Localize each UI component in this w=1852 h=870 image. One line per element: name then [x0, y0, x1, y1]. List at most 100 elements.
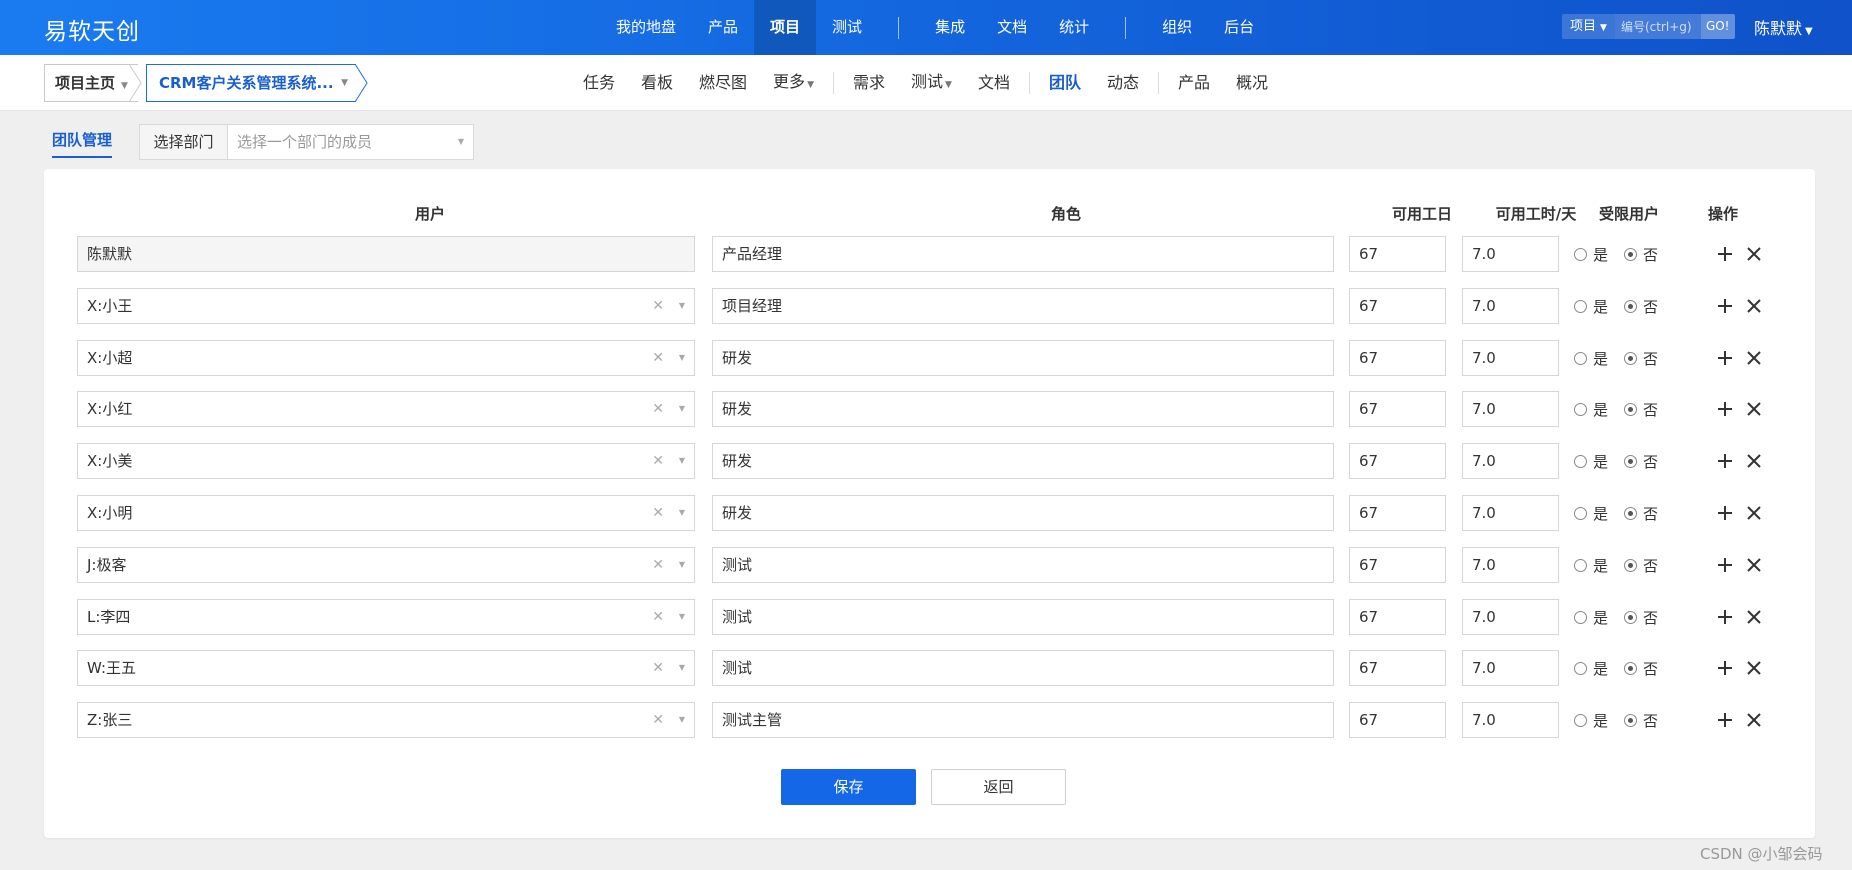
user-select[interactable]: X:小超 ✕ ▼ [77, 340, 695, 376]
search-type-select[interactable]: 项目 ▼ [1562, 14, 1615, 39]
user-select[interactable]: Z:张三 ✕ ▼ [77, 702, 695, 738]
hours-input[interactable]: 7.0 [1462, 495, 1559, 531]
project-nav-dynamic[interactable]: 动态 [1094, 55, 1152, 111]
project-nav-team[interactable]: 团队 [1036, 55, 1094, 111]
top-nav-my[interactable]: 我的地盘 [600, 0, 692, 55]
limited-yes-radio[interactable] [1574, 247, 1587, 261]
clear-icon[interactable]: ✕ [652, 341, 664, 375]
save-button[interactable]: 保存 [781, 769, 916, 805]
hours-input[interactable]: 7.0 [1462, 599, 1559, 635]
role-input[interactable]: 测试 [712, 547, 1334, 583]
plus-icon[interactable] [1716, 297, 1734, 315]
project-nav-overview[interactable]: 概况 [1223, 55, 1281, 111]
user-select[interactable]: L:李四 ✕ ▼ [77, 599, 695, 635]
days-input[interactable]: 67 [1349, 547, 1446, 583]
top-nav-product[interactable]: 产品 [692, 0, 754, 55]
clear-icon[interactable]: ✕ [652, 496, 664, 530]
close-icon[interactable] [1745, 556, 1763, 574]
limited-yes-radio[interactable] [1574, 558, 1587, 572]
close-icon[interactable] [1745, 245, 1763, 263]
hours-input[interactable]: 7.0 [1462, 547, 1559, 583]
close-icon[interactable] [1745, 504, 1763, 522]
limited-no-radio[interactable] [1624, 351, 1638, 365]
role-input[interactable]: 测试 [712, 599, 1334, 635]
limited-no-radio[interactable] [1624, 299, 1638, 313]
dept-select[interactable]: 选择一个部门的成员 ▼ [227, 124, 474, 160]
limited-no-radio[interactable] [1624, 713, 1638, 727]
limited-yes-radio[interactable] [1574, 351, 1587, 365]
role-input[interactable]: 研发 [712, 443, 1334, 479]
project-nav-burndown[interactable]: 燃尽图 [686, 55, 760, 111]
clear-icon[interactable]: ✕ [652, 651, 664, 685]
top-nav-integration[interactable]: 集成 [919, 0, 981, 55]
limited-yes-radio[interactable] [1574, 713, 1587, 727]
user-select[interactable]: X:小明 ✕ ▼ [77, 495, 695, 531]
project-nav-doc[interactable]: 文档 [965, 55, 1023, 111]
hours-input[interactable]: 7.0 [1462, 236, 1559, 272]
breadcrumb-project[interactable]: CRM客户关系管理系统... ▼ [146, 64, 356, 102]
limited-no-radio[interactable] [1624, 247, 1638, 261]
days-input[interactable]: 67 [1349, 443, 1446, 479]
plus-icon[interactable] [1716, 400, 1734, 418]
user-select[interactable]: X:小王 ✕ ▼ [77, 288, 695, 324]
project-nav-product[interactable]: 产品 [1165, 55, 1223, 111]
limited-yes-radio[interactable] [1574, 454, 1587, 468]
limited-yes-radio[interactable] [1574, 661, 1587, 675]
plus-icon[interactable] [1716, 245, 1734, 263]
role-input[interactable]: 研发 [712, 495, 1334, 531]
limited-no-radio[interactable] [1624, 661, 1638, 675]
project-nav-more[interactable]: 更多 ▼ [760, 54, 827, 113]
days-input[interactable]: 67 [1349, 702, 1446, 738]
clear-icon[interactable]: ✕ [652, 289, 664, 323]
plus-icon[interactable] [1716, 711, 1734, 729]
hours-input[interactable]: 7.0 [1462, 702, 1559, 738]
clear-icon[interactable]: ✕ [652, 548, 664, 582]
plus-icon[interactable] [1716, 556, 1734, 574]
user-select[interactable]: W:王五 ✕ ▼ [77, 650, 695, 686]
role-input[interactable]: 研发 [712, 391, 1334, 427]
limited-no-radio[interactable] [1624, 610, 1638, 624]
plus-icon[interactable] [1716, 349, 1734, 367]
days-input[interactable]: 67 [1349, 288, 1446, 324]
role-input[interactable]: 项目经理 [712, 288, 1334, 324]
project-nav-story[interactable]: 需求 [840, 55, 898, 111]
user-select[interactable]: X:小美 ✕ ▼ [77, 443, 695, 479]
clear-icon[interactable]: ✕ [652, 703, 664, 737]
plus-icon[interactable] [1716, 504, 1734, 522]
project-nav-task[interactable]: 任务 [570, 55, 628, 111]
close-icon[interactable] [1745, 608, 1763, 626]
role-input[interactable]: 测试主管 [712, 702, 1334, 738]
limited-yes-radio[interactable] [1574, 402, 1587, 416]
days-input[interactable]: 67 [1349, 650, 1446, 686]
top-nav-test[interactable]: 测试 [816, 0, 878, 55]
top-nav-doc[interactable]: 文档 [981, 0, 1043, 55]
user-select[interactable]: X:小红 ✕ ▼ [77, 391, 695, 427]
plus-icon[interactable] [1716, 452, 1734, 470]
plus-icon[interactable] [1716, 608, 1734, 626]
hours-input[interactable]: 7.0 [1462, 340, 1559, 376]
user-menu[interactable]: 陈默默 ▼ [1754, 15, 1813, 39]
breadcrumb-home[interactable]: 项目主页 ▼ [44, 64, 138, 102]
role-input[interactable]: 测试 [712, 650, 1334, 686]
days-input[interactable]: 67 [1349, 340, 1446, 376]
hours-input[interactable]: 7.0 [1462, 391, 1559, 427]
limited-no-radio[interactable] [1624, 558, 1638, 572]
clear-icon[interactable]: ✕ [652, 392, 664, 426]
clear-icon[interactable]: ✕ [652, 444, 664, 478]
top-nav-project[interactable]: 项目 [754, 0, 817, 55]
close-icon[interactable] [1745, 659, 1763, 677]
limited-no-radio[interactable] [1624, 454, 1638, 468]
hours-input[interactable]: 7.0 [1462, 650, 1559, 686]
top-nav-stats[interactable]: 统计 [1043, 0, 1105, 55]
project-nav-test[interactable]: 测试 ▼ [898, 54, 965, 113]
user-select[interactable]: J:极客 ✕ ▼ [77, 547, 695, 583]
days-input[interactable]: 67 [1349, 391, 1446, 427]
days-input[interactable]: 67 [1349, 599, 1446, 635]
plus-icon[interactable] [1716, 659, 1734, 677]
project-nav-kanban[interactable]: 看板 [628, 55, 686, 111]
close-icon[interactable] [1745, 452, 1763, 470]
brand-logo[interactable]: 易软天创 [44, 12, 140, 46]
team-manage-tab[interactable]: 团队管理 [52, 129, 113, 158]
limited-yes-radio[interactable] [1574, 299, 1587, 313]
top-nav-org[interactable]: 组织 [1146, 0, 1208, 55]
